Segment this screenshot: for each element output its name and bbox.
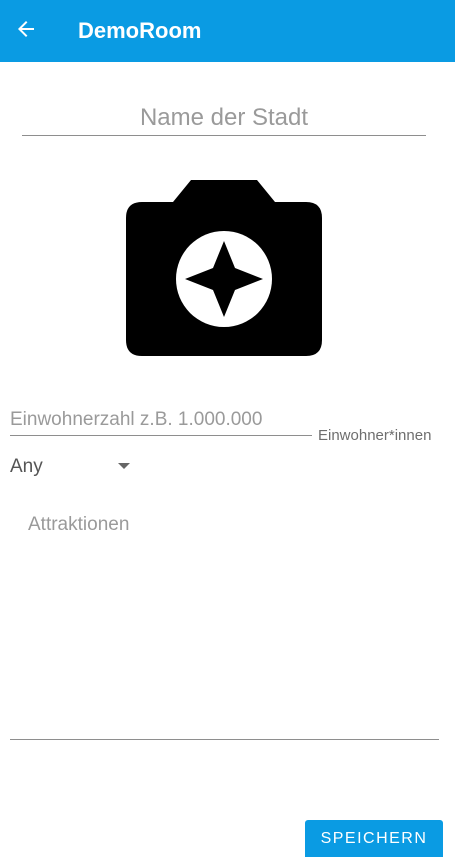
- dropdown-arrow-icon: [118, 463, 130, 469]
- photo-button[interactable]: [124, 180, 324, 358]
- population-suffix: Einwohner*innen: [318, 427, 432, 444]
- dropdown-value: Any: [10, 456, 43, 477]
- population-input[interactable]: [10, 404, 312, 436]
- app-bar: DemoRoom: [0, 0, 455, 62]
- attractions-textarea[interactable]: [10, 508, 439, 740]
- save-button[interactable]: SPEICHERN: [305, 820, 443, 857]
- back-button[interactable]: [10, 13, 42, 45]
- app-title: DemoRoom: [78, 18, 202, 43]
- category-dropdown[interactable]: Any: [10, 452, 135, 482]
- city-name-input[interactable]: [22, 100, 426, 136]
- camera-icon: [126, 180, 322, 356]
- arrow-back-icon: [18, 21, 34, 37]
